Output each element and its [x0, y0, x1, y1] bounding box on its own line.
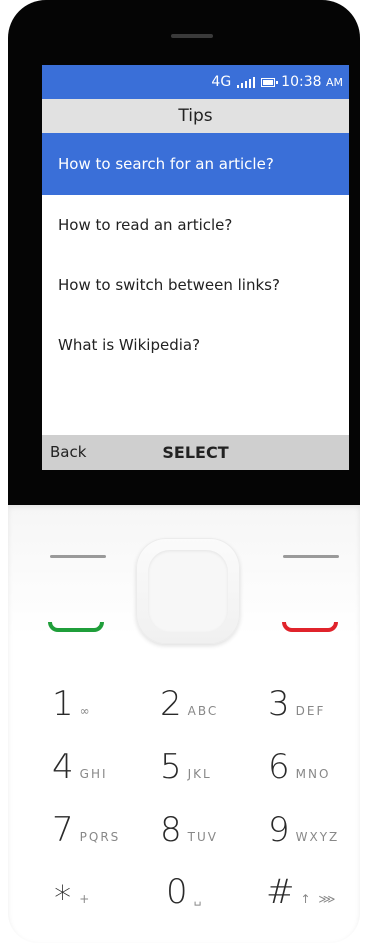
- left-softkey-button[interactable]: [50, 555, 106, 558]
- asterisk-icon: ∗: [52, 872, 74, 912]
- tip-item-read[interactable]: How to read an article?: [42, 195, 349, 255]
- key-0[interactable]: 0 ␣: [166, 872, 203, 922]
- key-5[interactable]: 5 JKL: [160, 747, 212, 797]
- clock-ampm: AM: [325, 76, 343, 89]
- status-bar: 4G 10:38 AM: [42, 65, 349, 99]
- shift-icon: ↑ ⋙: [300, 892, 338, 906]
- key-1[interactable]: 1 ∞: [52, 684, 92, 734]
- right-softkey-button[interactable]: [283, 555, 339, 558]
- signal-icon: [237, 76, 256, 88]
- screen-title: Tips: [42, 99, 349, 133]
- dpad-center-button[interactable]: [148, 550, 228, 632]
- hash-icon: #: [266, 872, 295, 912]
- phone: 4G 10:38 AM Tips How to search for an ar…: [0, 0, 368, 947]
- clock-time: 10:38: [281, 74, 322, 90]
- tip-item-links[interactable]: How to switch between links?: [42, 255, 349, 315]
- earpiece-speaker: [171, 34, 213, 38]
- end-call-button[interactable]: [282, 622, 338, 632]
- select-softkey[interactable]: SELECT: [42, 435, 349, 470]
- key-hash[interactable]: # ↑ ⋙: [266, 872, 337, 922]
- key-6[interactable]: 6 MNO: [268, 747, 330, 797]
- tip-item-search[interactable]: How to search for an article?: [42, 133, 349, 195]
- key-3[interactable]: 3 DEF: [268, 684, 325, 734]
- voicemail-icon: ∞: [79, 704, 92, 718]
- phone-screen: 4G 10:38 AM Tips How to search for an ar…: [42, 65, 349, 470]
- key-8[interactable]: 8 TUV: [160, 810, 218, 860]
- key-star[interactable]: ∗ +: [52, 872, 91, 922]
- key-7[interactable]: 7 PQRS: [52, 810, 120, 860]
- network-type: 4G: [211, 74, 232, 90]
- key-2[interactable]: 2 ABC: [160, 684, 218, 734]
- space-icon: ␣: [193, 892, 204, 906]
- call-button[interactable]: [48, 622, 104, 632]
- dpad-nav-key[interactable]: [136, 538, 240, 644]
- tip-item-wikipedia[interactable]: What is Wikipedia?: [42, 315, 349, 375]
- key-4[interactable]: 4 GHI: [52, 747, 108, 797]
- softkey-bar: Back SELECT: [42, 435, 349, 470]
- key-9[interactable]: 9 WXYZ: [268, 810, 339, 860]
- tips-list: How to search for an article? How to rea…: [42, 133, 349, 375]
- battery-icon: [261, 77, 279, 87]
